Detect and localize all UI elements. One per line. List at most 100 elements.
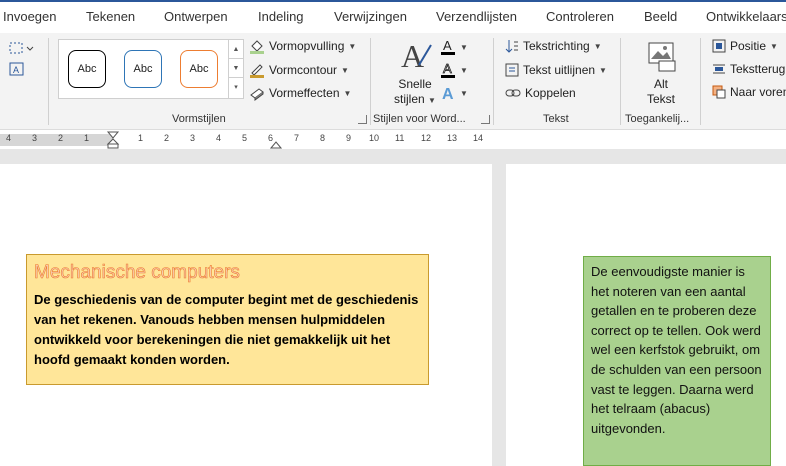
- text-direction-icon: [505, 40, 518, 53]
- wrap-text-icon: [713, 64, 725, 74]
- shape-style-blue[interactable]: Abc: [124, 50, 162, 88]
- tab-ontwikkelaars[interactable]: Ontwikkelaars: [706, 9, 786, 24]
- alt-text-label-2: Tekst: [646, 92, 675, 106]
- shape-effects-button[interactable]: Vormeffecten ▼: [249, 85, 351, 101]
- title-accent-line: [0, 0, 786, 2]
- horizontal-ruler[interactable]: 4 3 2 1 1 2 3 4 5 6 7 8 9 10 11 12 13 14: [0, 131, 492, 149]
- ruler-tick: 10: [369, 133, 380, 143]
- svg-text:A: A: [442, 86, 454, 102]
- text-effects-button[interactable]: A ▼: [440, 84, 468, 102]
- bring-forward-label: Naar voren: [730, 85, 786, 99]
- ruler-margin-area: [0, 134, 113, 146]
- textbox-icon: A: [9, 62, 24, 76]
- edit-shape-button[interactable]: [8, 40, 34, 56]
- textbox-abacus[interactable]: De eenvoudigste manier is het noteren va…: [583, 256, 771, 466]
- align-text-button[interactable]: Tekst uitlijnen ▼: [505, 62, 607, 78]
- bring-forward-icon: [712, 85, 726, 99]
- wordart-a-icon: A: [401, 38, 432, 74]
- ruler-tick: 8: [320, 133, 326, 143]
- bring-forward-button[interactable]: Naar voren: [712, 84, 786, 100]
- chevron-down-icon: ▼: [343, 88, 352, 98]
- group-separator: [493, 38, 494, 125]
- indent-marker-icon[interactable]: [106, 131, 120, 149]
- ruler-tick: 7: [294, 133, 300, 143]
- chevron-down-icon: ▼: [341, 65, 349, 75]
- textbox-mechanische-computers[interactable]: Mechanische computers De geschiedenis va…: [26, 254, 429, 385]
- chevron-down-icon: ▼: [770, 41, 778, 51]
- text-fill-button[interactable]: A ▼: [440, 38, 468, 56]
- shape-style-orange[interactable]: Abc: [180, 50, 218, 88]
- quick-styles-label-2: stijlen: [394, 92, 425, 106]
- textbox-heading: Mechanische computers: [34, 262, 241, 284]
- chevron-down-icon: ▼: [599, 65, 607, 75]
- svg-text:A: A: [13, 65, 19, 75]
- dialog-launcher-icon[interactable]: [481, 115, 490, 124]
- text-outline-icon: A: [441, 61, 455, 78]
- shape-outline-label: Vormcontour: [269, 63, 338, 77]
- position-icon: [712, 39, 726, 53]
- svg-text:A: A: [443, 61, 452, 76]
- tab-verzendlijsten[interactable]: Verzendlijsten: [436, 9, 517, 24]
- shape-fill-label: Vormopvulling: [269, 39, 345, 53]
- alt-text-icon: [648, 42, 676, 72]
- tab-ontwerpen[interactable]: Ontwerpen: [164, 9, 228, 24]
- ruler-text-area: [113, 134, 492, 146]
- align-text-icon: [505, 63, 519, 77]
- quick-styles-button[interactable]: A Snelle stijlen ▼: [391, 37, 439, 107]
- chevron-down-icon: ▼: [460, 65, 468, 75]
- tab-controleren[interactable]: Controleren: [546, 9, 614, 24]
- align-text-label: Tekst uitlijnen: [523, 63, 596, 77]
- ruler-tick: 9: [346, 133, 352, 143]
- right-indent-marker-icon[interactable]: [270, 140, 282, 149]
- alt-text-button[interactable]: Alt Tekst: [640, 39, 682, 109]
- tab-verwijzingen[interactable]: Verwijzingen: [334, 9, 407, 24]
- dialog-launcher-icon[interactable]: [358, 115, 367, 124]
- chevron-down-icon: ▼: [460, 42, 468, 52]
- gallery-down-button[interactable]: ▼: [229, 59, 243, 78]
- position-button[interactable]: Positie ▼: [712, 38, 778, 54]
- group-separator: [370, 38, 371, 125]
- ruler-tick: 2: [58, 133, 64, 143]
- group-label-wordart-styles: Stijlen voor Word...: [373, 113, 466, 125]
- wrap-text-button[interactable]: Tekstterugloop: [712, 61, 786, 77]
- tab-beeld[interactable]: Beeld: [644, 9, 677, 24]
- group-separator: [700, 38, 701, 125]
- tab-invoegen[interactable]: Invoegen: [3, 9, 57, 24]
- create-link-button[interactable]: Koppelen: [505, 85, 576, 101]
- text-effects-icon: A: [442, 86, 454, 102]
- text-outline-button[interactable]: A ▼: [440, 61, 468, 79]
- ribbon: A Abc Abc Abc ▲ ▼ ▾ Vormopvulling ▼ Vorm…: [0, 33, 786, 130]
- chevron-down-icon: ▼: [348, 41, 357, 51]
- ruler-tick: 12: [421, 133, 432, 143]
- ruler-tick: 4: [6, 133, 12, 143]
- shape-style-black[interactable]: Abc: [68, 50, 106, 88]
- chevron-down-icon: ▼: [460, 88, 468, 98]
- ribbon-tab-bar: Invoegen Tekenen Ontwerpen Indeling Verw…: [0, 0, 786, 33]
- chevron-down-icon: ▼: [428, 96, 436, 105]
- gallery-up-button[interactable]: ▲: [229, 40, 243, 59]
- text-direction-button[interactable]: Tekstrichting ▼: [505, 38, 602, 54]
- quick-styles-label-1: Snelle: [398, 77, 432, 91]
- svg-text:A: A: [443, 38, 452, 53]
- ruler-tick: 14: [473, 133, 484, 143]
- svg-text:A: A: [401, 38, 424, 73]
- shape-effects-icon: [250, 88, 264, 101]
- ruler-tick: 5: [242, 133, 248, 143]
- paint-bucket-icon: [250, 40, 264, 54]
- group-label-text: Tekst: [543, 113, 569, 125]
- tab-indeling[interactable]: Indeling: [258, 9, 304, 24]
- ruler-tick: 11: [395, 133, 405, 143]
- text-direction-label: Tekstrichting: [523, 39, 590, 53]
- tab-tekenen[interactable]: Tekenen: [86, 9, 135, 24]
- pen-outline-icon: [250, 64, 264, 78]
- gallery-more-button[interactable]: ▾: [229, 78, 243, 97]
- textbox-body: De geschiedenis van de computer begint m…: [34, 292, 419, 367]
- chevron-down-icon: ▼: [593, 41, 602, 51]
- link-icon: [505, 89, 521, 97]
- draw-textbox-button[interactable]: A: [8, 61, 26, 77]
- gallery-scroll: ▲ ▼ ▾: [228, 40, 243, 98]
- ruler-tick: 1: [84, 133, 90, 143]
- shape-outline-button[interactable]: Vormcontour ▼: [249, 62, 349, 78]
- position-label: Positie: [730, 39, 767, 53]
- shape-fill-button[interactable]: Vormopvulling ▼: [249, 38, 356, 54]
